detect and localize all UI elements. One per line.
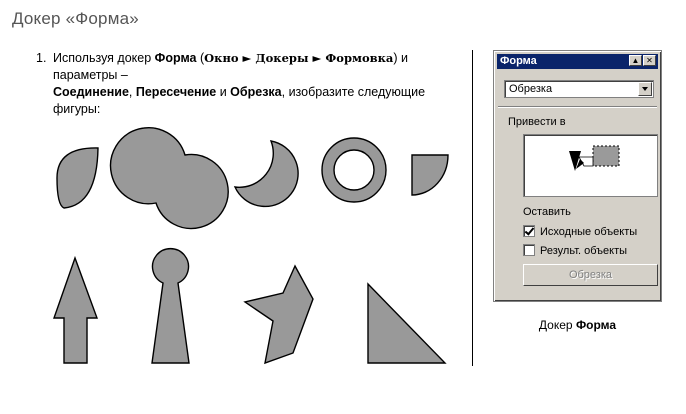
collapse-button[interactable]: ▲ — [629, 55, 642, 66]
caption-bold: Форма — [575, 318, 617, 332]
figure-ring — [321, 137, 387, 203]
docker-caption: Докер Форма — [493, 318, 662, 332]
mode-dropdown-value: Обрезка — [509, 83, 553, 95]
checkbox-unchecked-icon[interactable] — [523, 244, 535, 256]
caption-text: Докер — [538, 318, 576, 332]
checkbox-source-objects[interactable]: Исходные объекты — [523, 225, 637, 239]
collapse-icon: ▲ — [631, 56, 640, 65]
close-icon: ✕ — [646, 56, 653, 65]
trim-button[interactable]: Обрезка — [523, 264, 658, 286]
trim-preview-illustration — [569, 145, 620, 171]
checkbox-result-objects[interactable]: Результ. объекты — [523, 244, 627, 258]
checkbox-label: Исходные объекты — [540, 226, 638, 238]
docker-title: Форма — [500, 55, 537, 67]
figure-crescent — [233, 140, 299, 208]
figure-union-circles — [109, 127, 229, 230]
checkbox-label: Результ. объекты — [540, 245, 628, 257]
figure-triangle — [367, 282, 447, 364]
leave-label: Оставить — [523, 206, 571, 218]
docker-titlebar[interactable]: Форма ▲ ✕ — [497, 54, 658, 69]
shaping-docker-panel: Форма ▲ ✕ Обрезка Привести в Оставить Ис… — [493, 50, 662, 302]
close-button[interactable]: ✕ — [643, 55, 656, 66]
preview-target-rect — [592, 145, 620, 167]
separator — [498, 106, 657, 108]
figure-lens — [56, 147, 99, 209]
figure-quarter-circle — [411, 154, 449, 196]
figure-star-fragment — [243, 264, 314, 365]
checkbox-checked-icon[interactable] — [523, 225, 535, 237]
figure-keyhole — [151, 247, 190, 364]
dropdown-arrow-icon[interactable] — [638, 82, 652, 96]
apply-to-label: Привести в — [508, 116, 566, 128]
trim-preview — [523, 134, 658, 197]
mode-dropdown[interactable]: Обрезка — [504, 80, 654, 98]
figure-arrow — [53, 255, 99, 364]
column-divider — [472, 50, 473, 366]
